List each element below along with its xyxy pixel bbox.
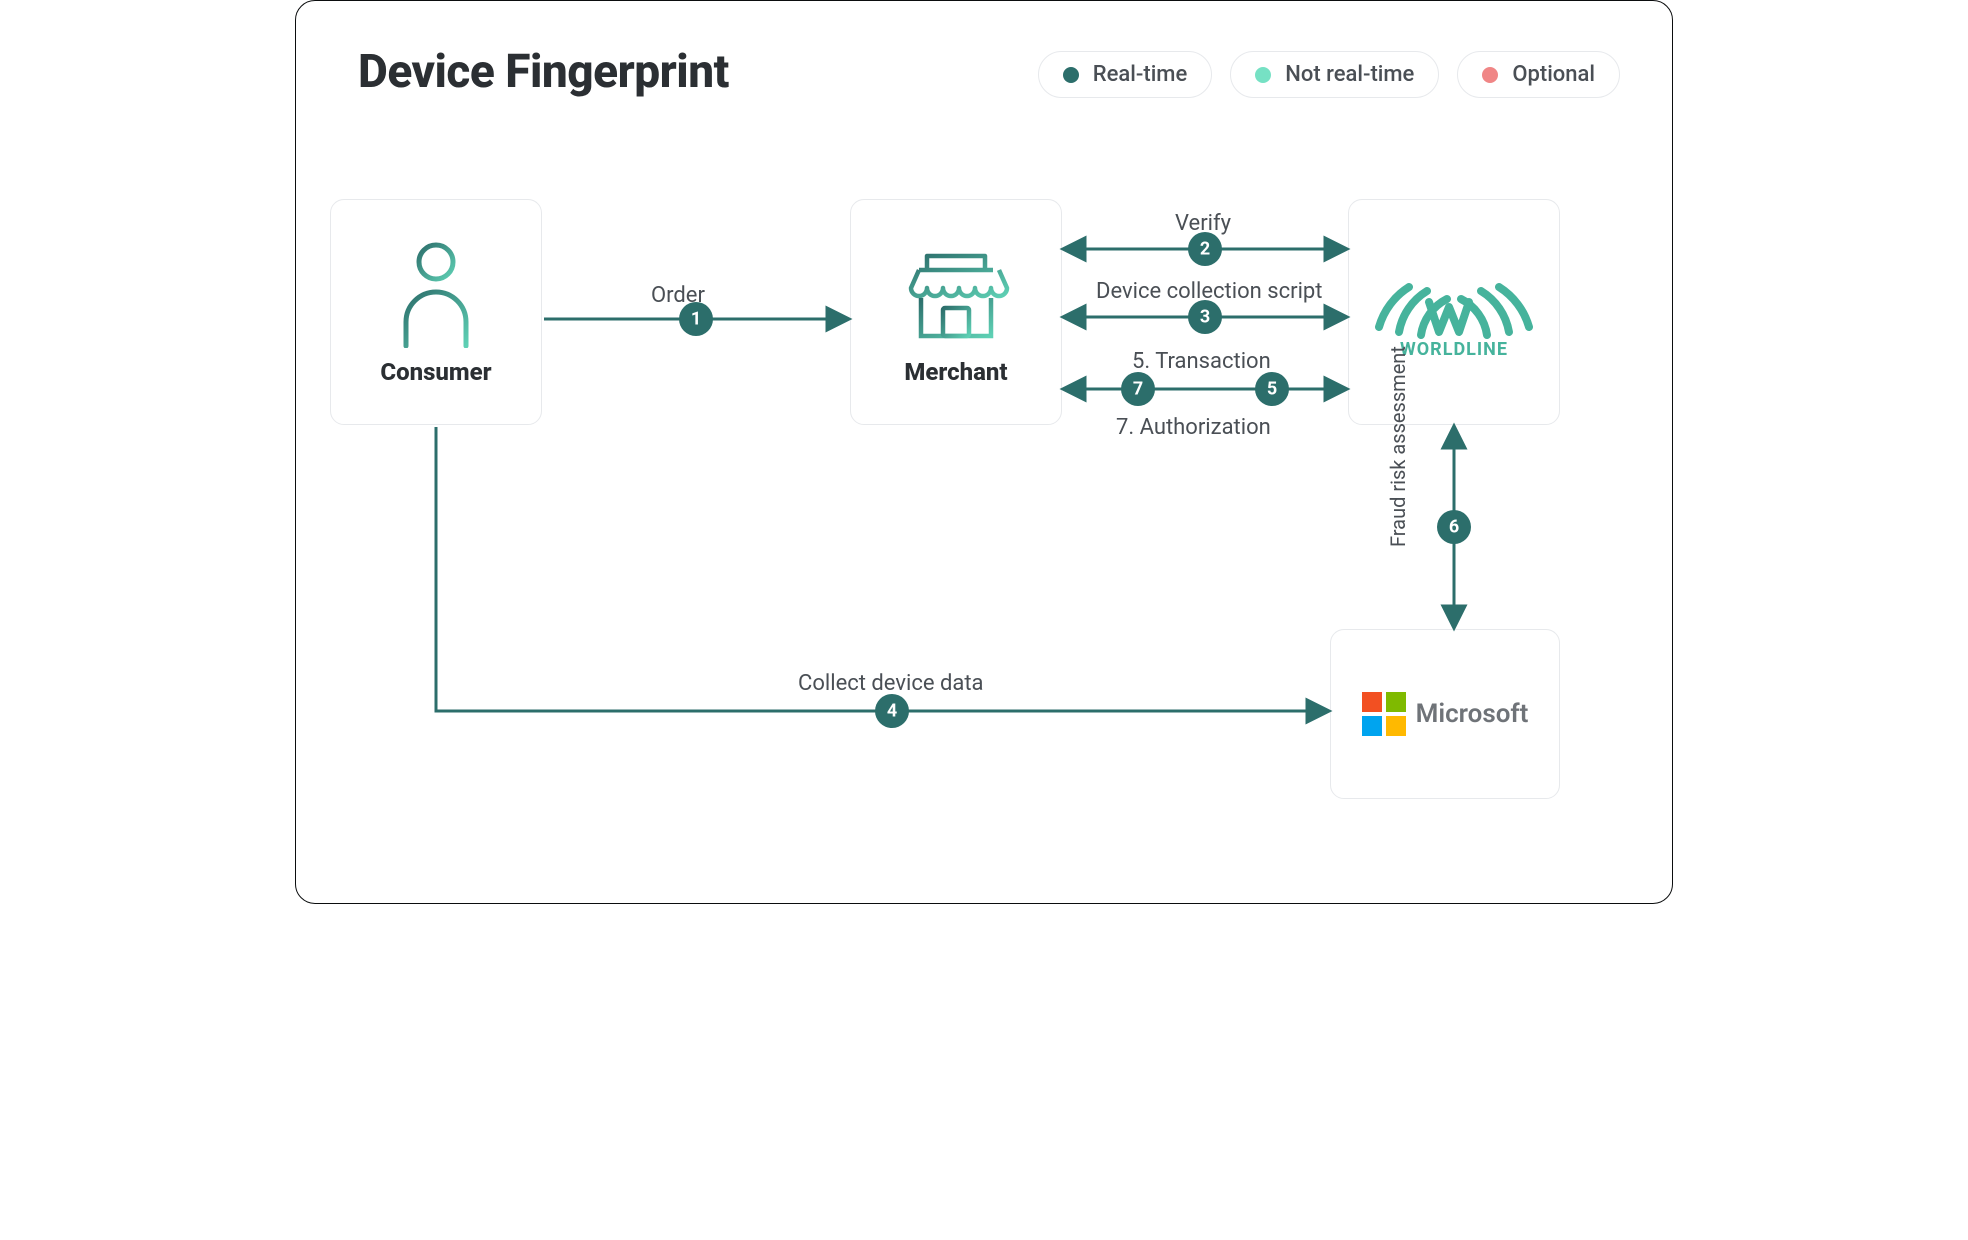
flow-label-transaction: 5. Transaction (1132, 349, 1271, 374)
microsoft-logo-icon: Microsoft (1362, 692, 1529, 736)
flow-label-collect: Collect device data (798, 671, 984, 696)
legend-not-realtime: Not real-time (1230, 51, 1439, 98)
legend-realtime: Real-time (1038, 51, 1212, 98)
flow-badge: 4 (887, 701, 897, 722)
node-microsoft: Microsoft (1330, 629, 1560, 799)
flow-badge: 6 (1449, 517, 1459, 538)
flow-badge: 3 (1200, 307, 1210, 328)
dot-icon (1255, 67, 1271, 83)
node-label: Merchant (904, 358, 1007, 386)
flow-badge: 5 (1267, 379, 1277, 400)
node-merchant: Merchant (850, 199, 1062, 425)
flow-label-order: Order (651, 283, 705, 308)
diagram-canvas: Device Fingerprint Real-time Not real-ti… (295, 0, 1673, 904)
flow-label-dcs: Device collection script (1096, 279, 1322, 304)
flow-badge: 2 (1200, 239, 1210, 260)
node-consumer: Consumer (330, 199, 542, 425)
svg-text:WORLDLINE: WORLDLINE (1400, 339, 1508, 360)
legend-label: Real-time (1093, 62, 1187, 87)
person-icon (391, 238, 481, 348)
legend: Real-time Not real-time Optional (1038, 51, 1620, 98)
page-title: Device Fingerprint (358, 45, 729, 99)
legend-label: Not real-time (1285, 62, 1414, 87)
legend-optional: Optional (1457, 51, 1620, 98)
dot-icon (1482, 67, 1498, 83)
flow-label-fraud-risk: Fraud risk assessment (1386, 346, 1410, 547)
node-label: Consumer (380, 358, 491, 386)
legend-label: Optional (1512, 62, 1595, 87)
dot-icon (1063, 67, 1079, 83)
flow-badge: 1 (691, 309, 701, 330)
node-label: Microsoft (1416, 699, 1529, 729)
node-worldline: WORLDLINE WORLDLINE (1348, 199, 1560, 425)
store-icon (901, 238, 1011, 348)
flow-label-authorization: 7. Authorization (1116, 415, 1271, 440)
flow-badge: 7 (1133, 379, 1143, 400)
flow-label-verify: Verify (1175, 211, 1231, 236)
